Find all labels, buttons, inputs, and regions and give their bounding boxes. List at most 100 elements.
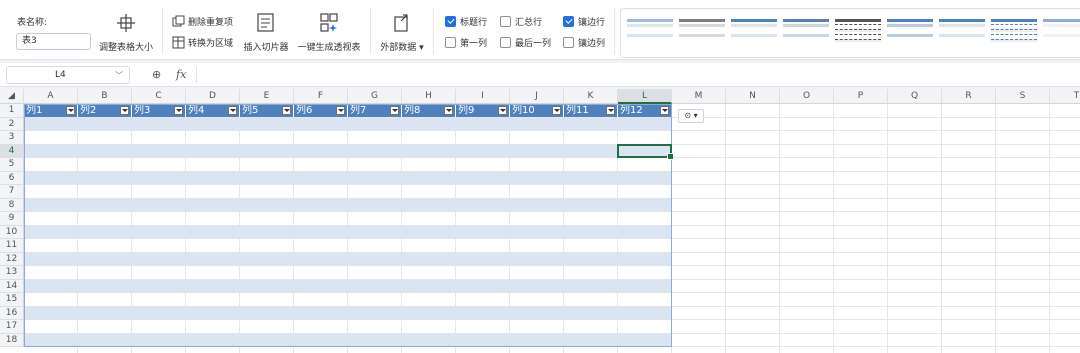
swatch-line bbox=[783, 34, 829, 37]
column-header[interactable]: Q bbox=[888, 89, 942, 104]
table-style-gallery bbox=[620, 8, 1080, 58]
column-header[interactable]: R bbox=[942, 89, 996, 104]
row-header[interactable]: 8 bbox=[0, 198, 24, 212]
zoom-icon[interactable]: ⊕ bbox=[152, 68, 161, 81]
row-header[interactable]: 10 bbox=[0, 225, 24, 239]
column-header[interactable]: B bbox=[78, 89, 132, 104]
convert-to-range-button[interactable]: 转换为区域 bbox=[172, 34, 233, 50]
table-tools-ribbon: 表名称: 表3 调整表格大小 删除重复项 转换为区域 插入切片器 一键生成透视表… bbox=[0, 0, 1080, 60]
column-header[interactable]: H bbox=[402, 89, 456, 104]
banded-columns-checkbox[interactable]: 镶边列 bbox=[563, 35, 605, 49]
row-header[interactable]: 13 bbox=[0, 266, 24, 280]
swatch-line bbox=[627, 39, 673, 42]
row-header[interactable]: 15 bbox=[0, 293, 24, 307]
table-style-swatch[interactable] bbox=[679, 19, 725, 45]
select-all-corner[interactable]: ◢ bbox=[0, 89, 24, 104]
quick-analysis-icon[interactable]: ⊙ ▾ bbox=[678, 109, 704, 123]
column-header[interactable]: F bbox=[294, 89, 348, 104]
table-name-input[interactable]: 表3 bbox=[16, 33, 91, 50]
swatch-line bbox=[731, 19, 777, 22]
column-header[interactable]: D bbox=[186, 89, 240, 104]
row-header[interactable]: 6 bbox=[0, 171, 24, 185]
swatch-line bbox=[731, 39, 777, 42]
name-box[interactable]: L4 ﹀ bbox=[6, 66, 130, 84]
row-header[interactable]: 3 bbox=[0, 131, 24, 145]
row-header[interactable]: 14 bbox=[0, 279, 24, 293]
column-header[interactable]: G bbox=[348, 89, 402, 104]
column-header[interactable]: E bbox=[240, 89, 294, 104]
row-header[interactable]: 5 bbox=[0, 158, 24, 172]
table-style-swatch[interactable] bbox=[835, 19, 881, 45]
table-name-label: 表名称: bbox=[17, 18, 48, 28]
column-header[interactable]: S bbox=[996, 89, 1050, 104]
external-data-icon bbox=[394, 14, 408, 32]
first-column-checkbox[interactable]: 第一列 bbox=[445, 35, 487, 49]
column-header[interactable]: A bbox=[24, 89, 78, 104]
swatch-line bbox=[887, 24, 933, 27]
fx-icon[interactable]: fx bbox=[176, 68, 186, 81]
swatch-line bbox=[783, 29, 829, 32]
chevron-down-icon[interactable]: ﹀ bbox=[115, 70, 123, 81]
column-header[interactable]: P bbox=[834, 89, 888, 104]
formula-bar: L4 ﹀ ⊕ fx bbox=[0, 63, 1080, 87]
remove-duplicates-button[interactable]: 删除重复项 bbox=[172, 13, 233, 29]
table-style-swatch[interactable] bbox=[783, 19, 829, 45]
selected-cell[interactable] bbox=[617, 143, 674, 160]
column-header[interactable]: I bbox=[456, 89, 510, 104]
total-row-checkbox[interactable]: 汇总行 bbox=[500, 14, 542, 28]
swatch-line bbox=[991, 19, 1037, 22]
table-style-swatch[interactable] bbox=[1043, 19, 1080, 45]
last-column-checkbox[interactable]: 最后一列 bbox=[500, 35, 551, 49]
swatch-line bbox=[679, 19, 725, 22]
one-click-pivot-button[interactable]: 一键生成透视表 bbox=[296, 12, 362, 53]
column-header[interactable]: N bbox=[726, 89, 780, 104]
table-style-swatch[interactable] bbox=[939, 19, 985, 45]
row-header[interactable]: 9 bbox=[0, 212, 24, 226]
column-header[interactable]: L bbox=[618, 89, 672, 104]
swatch-line bbox=[783, 19, 829, 22]
divider bbox=[162, 8, 163, 54]
spreadsheet-grid[interactable]: ◢ 1 2 3 4 5 6 7 8 9 10 11 12 13 14 15 16 17 18 A B C D E F G H I J K… bbox=[0, 89, 1080, 353]
checkbox-box[interactable] bbox=[445, 15, 456, 27]
resize-table-label: 调整表格大小 bbox=[98, 43, 153, 53]
checkbox-box[interactable] bbox=[500, 36, 511, 48]
swatch-line bbox=[783, 24, 829, 27]
row-header[interactable]: 12 bbox=[0, 252, 24, 266]
table-style-swatch[interactable] bbox=[887, 19, 933, 45]
resize-table-button[interactable]: 调整表格大小 bbox=[96, 12, 156, 53]
row-header[interactable]: 7 bbox=[0, 185, 24, 199]
column-header[interactable]: O bbox=[780, 89, 834, 104]
checkbox-box[interactable] bbox=[500, 15, 511, 27]
row-header[interactable]: 4 bbox=[0, 144, 24, 158]
banded-columns-label: 镶边列 bbox=[578, 38, 606, 49]
table-style-swatch[interactable] bbox=[627, 19, 673, 45]
checkbox-box[interactable] bbox=[445, 36, 456, 48]
insert-slicer-label: 插入切片器 bbox=[243, 43, 289, 53]
column-header[interactable]: T bbox=[1050, 89, 1080, 104]
column-header[interactable]: M bbox=[672, 89, 726, 104]
table-style-swatch[interactable] bbox=[731, 19, 777, 45]
swatch-line bbox=[939, 19, 985, 22]
checkbox-box[interactable] bbox=[563, 36, 574, 48]
row-header[interactable]: 11 bbox=[0, 239, 24, 253]
row-header[interactable]: 16 bbox=[0, 306, 24, 320]
column-header[interactable]: K bbox=[564, 89, 618, 104]
header-row-label: 标题行 bbox=[460, 17, 488, 28]
external-data-label: 外部数据 ▾ bbox=[380, 43, 424, 53]
column-header[interactable]: J bbox=[510, 89, 564, 104]
table-style-swatch[interactable] bbox=[991, 19, 1037, 45]
banded-rows-checkbox[interactable]: 镶边行 bbox=[563, 14, 605, 28]
row-header[interactable]: 2 bbox=[0, 117, 24, 131]
external-data-button[interactable]: 外部数据 ▾ bbox=[377, 12, 427, 53]
header-row-checkbox[interactable]: 标题行 bbox=[445, 14, 487, 28]
row-header[interactable]: 1 bbox=[0, 104, 24, 118]
insert-slicer-button[interactable]: 插入切片器 bbox=[240, 12, 292, 53]
checkbox-box[interactable] bbox=[563, 15, 574, 27]
swatch-line bbox=[991, 24, 1037, 27]
row-header[interactable]: 17 bbox=[0, 320, 24, 334]
swatch-line bbox=[627, 19, 673, 22]
row-header[interactable]: 18 bbox=[0, 333, 24, 347]
total-row-label: 汇总行 bbox=[515, 17, 543, 28]
swatch-line bbox=[627, 29, 673, 32]
column-header[interactable]: C bbox=[132, 89, 186, 104]
